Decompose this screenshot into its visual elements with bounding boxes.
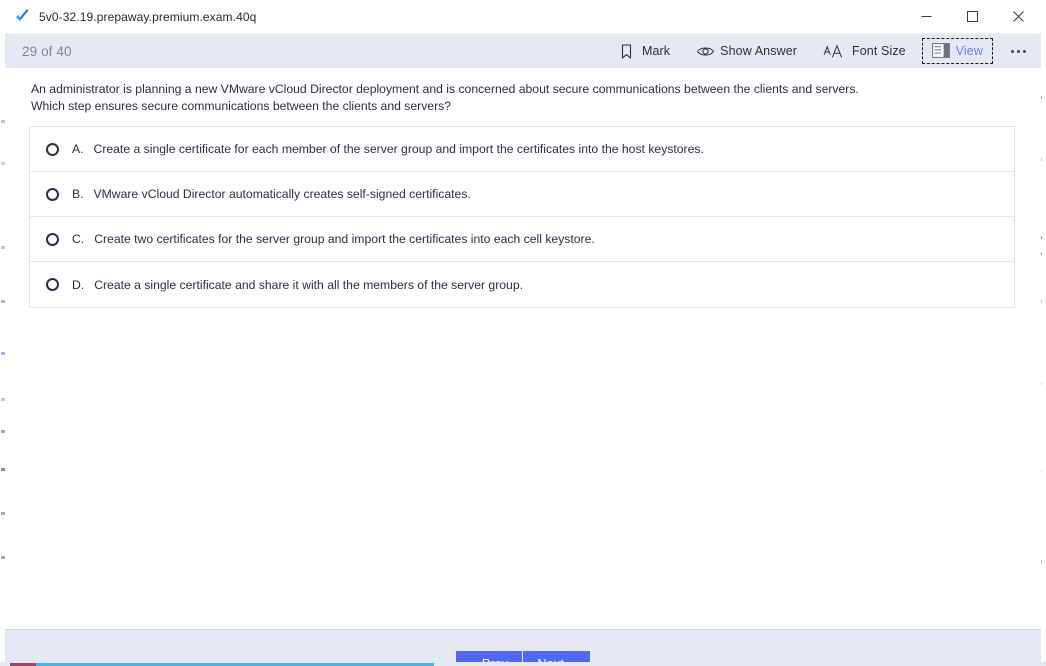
radio-button-a[interactable] [46, 142, 59, 156]
more-dot [1016, 49, 1020, 53]
answer-options-list: A. Create a single certificate for each … [29, 126, 1015, 308]
exam-app-window: 5v0-32.19.prepaway.premium.exam.40q 29 o… [5, 0, 1041, 666]
more-dot [1022, 49, 1026, 53]
question-line-1: An administrator is planning a new VMwar… [31, 82, 859, 96]
radio-button-d[interactable] [46, 278, 59, 291]
font-size-icon [823, 43, 845, 60]
titlebar-left: 5v0-32.19.prepaway.premium.exam.40q [5, 8, 903, 25]
view-button[interactable]: View [921, 38, 993, 64]
font-size-label: Font Size [852, 44, 906, 58]
blue-checkmark-icon [14, 8, 31, 25]
window-controls [903, 0, 1041, 34]
option-text-d: Create a single certificate and share it… [94, 277, 523, 292]
maximize-button[interactable] [949, 0, 995, 34]
view-label: View [955, 44, 983, 58]
mark-label: Mark [641, 44, 671, 58]
window-titlebar: 5v0-32.19.prepaway.premium.exam.40q [5, 0, 1041, 34]
minimize-button[interactable] [903, 0, 949, 34]
more-dot [1010, 49, 1014, 53]
option-text-a: Create a single certificate for each mem… [93, 142, 704, 156]
option-text-c: Create two certificates for the server g… [94, 232, 595, 246]
option-text-b: VMware vCloud Director automatically cre… [93, 187, 471, 201]
answer-option-c[interactable]: C. Create two certificates for the serve… [30, 217, 1014, 262]
close-button[interactable] [995, 0, 1041, 34]
navigation-footer: ‹ Prev Next › [5, 629, 1041, 666]
question-line-2: Which step ensures secure communications… [31, 98, 451, 113]
question-text: An administrator is planning a new VMwar… [31, 81, 936, 114]
answer-option-d[interactable]: D. Create a single certificate and share… [30, 262, 1014, 307]
option-letter-c: C. [72, 232, 85, 246]
option-letter-d: D. [72, 277, 85, 292]
radio-button-b[interactable] [46, 187, 59, 201]
window-title: 5v0-32.19.prepaway.premium.exam.40q [39, 9, 257, 24]
question-content-area: An administrator is planning a new VMwar… [5, 68, 1041, 629]
question-counter: 29 of 40 [22, 43, 72, 59]
show-answer-label: Show Answer [720, 44, 798, 58]
mark-button[interactable]: Mark [608, 38, 680, 64]
more-options-button[interactable] [1001, 38, 1035, 64]
font-size-button[interactable]: Font Size [813, 38, 916, 64]
bottom-progress-strip [0, 662, 1046, 666]
show-answer-button[interactable]: Show Answer [686, 38, 807, 64]
answer-option-a[interactable]: A. Create a single certificate for each … [30, 127, 1014, 172]
bookmark-icon [618, 43, 635, 60]
layout-panel-icon [931, 42, 950, 60]
eye-icon [696, 43, 715, 60]
answer-option-b[interactable]: B. VMware vCloud Director automatically … [30, 172, 1014, 217]
option-letter-a: A. [72, 142, 84, 156]
exam-toolbar: 29 of 40 Mark Show Answer Font Size View [5, 34, 1041, 68]
option-letter-b: B. [72, 187, 84, 201]
radio-button-c[interactable] [46, 232, 59, 246]
